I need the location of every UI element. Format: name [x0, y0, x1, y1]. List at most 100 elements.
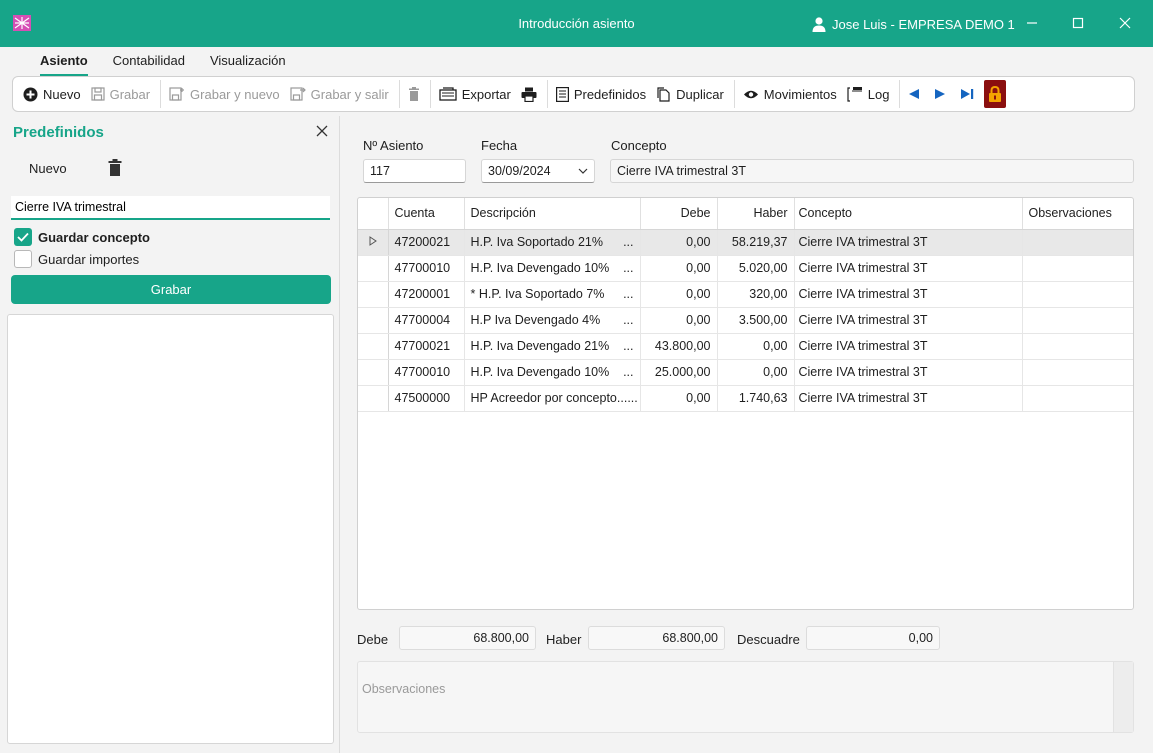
user-indicator[interactable]: Jose Luis - EMPRESA DEMO 1 — [812, 14, 1015, 34]
cell-observaciones[interactable] — [1022, 255, 1133, 282]
cell-debe[interactable]: 43.800,00 — [640, 333, 718, 360]
descripcion-lookup-button[interactable]: ... — [623, 287, 633, 301]
col-header-haber[interactable]: Haber — [717, 198, 795, 230]
cell-cuenta[interactable]: 47500000 — [388, 385, 465, 412]
descripcion-lookup-button[interactable]: ... — [623, 235, 633, 249]
minimize-button[interactable] — [1017, 10, 1047, 36]
grabar-nuevo-button[interactable]: Grabar y nuevo — [169, 87, 280, 102]
cell-debe[interactable]: 0,00 — [640, 281, 718, 308]
close-icon[interactable] — [313, 122, 331, 140]
cell-descripcion[interactable]: H.P. Iva Soportado 21%... — [464, 229, 641, 256]
cell-haber[interactable]: 0,00 — [717, 333, 795, 360]
observaciones-scrollbar[interactable] — [1113, 662, 1133, 732]
predefinidos-button[interactable]: Predefinidos — [555, 87, 646, 102]
cell-observaciones[interactable] — [1022, 281, 1133, 308]
col-header-debe[interactable]: Debe — [640, 198, 718, 230]
tab-contabilidad[interactable]: Contabilidad — [113, 53, 185, 76]
descripcion-lookup-button[interactable]: ... — [623, 365, 633, 379]
cell-debe[interactable]: 0,00 — [640, 385, 718, 412]
cell-descripcion[interactable]: * H.P. Iva Soportado 7%... — [464, 281, 641, 308]
delete-button[interactable] — [408, 87, 420, 101]
descripcion-lookup-button[interactable]: ... — [627, 391, 637, 405]
nuevo-button[interactable]: Nuevo — [23, 87, 81, 102]
cell-descripcion[interactable]: HP Acreedor por concepto...... — [464, 385, 641, 412]
row-indicator[interactable] — [358, 255, 389, 282]
cell-observaciones[interactable] — [1022, 385, 1133, 412]
movimientos-button[interactable]: Movimientos — [743, 87, 837, 102]
cell-concepto[interactable]: Cierre IVA trimestral 3T — [794, 359, 1023, 386]
predefinido-name-input[interactable] — [11, 196, 330, 220]
checkbox-unchecked[interactable] — [14, 250, 32, 268]
cell-concepto[interactable]: Cierre IVA trimestral 3T — [794, 255, 1023, 282]
cell-descripcion[interactable]: H.P Iva Devengado 4%... — [464, 307, 641, 334]
row-indicator[interactable] — [358, 359, 389, 386]
cell-observaciones[interactable] — [1022, 333, 1133, 360]
cell-debe[interactable]: 0,00 — [640, 307, 718, 334]
cell-concepto[interactable]: Cierre IVA trimestral 3T — [794, 307, 1023, 334]
cell-concepto[interactable]: Cierre IVA trimestral 3T — [794, 229, 1023, 256]
print-button[interactable] — [521, 87, 537, 102]
row-indicator[interactable] — [358, 385, 389, 412]
close-button[interactable] — [1110, 10, 1140, 36]
table-row[interactable]: 47700021 H.P. Iva Devengado 21%... 43.800,… — [358, 333, 1133, 360]
table-row[interactable]: 47700004 H.P Iva Devengado 4%... 0,00 3.500… — [358, 307, 1133, 334]
guardar-importes-checkbox[interactable]: Guardar importes — [14, 250, 139, 268]
table-row[interactable]: 47700010 H.P. Iva Devengado 10%... 25.000,… — [358, 359, 1133, 386]
cell-concepto[interactable]: Cierre IVA trimestral 3T — [794, 333, 1023, 360]
cell-descripcion[interactable]: H.P. Iva Devengado 10%... — [464, 255, 641, 282]
checkbox-checked[interactable] — [14, 228, 32, 246]
cell-cuenta[interactable]: 47700004 — [388, 307, 465, 334]
guardar-concepto-checkbox[interactable]: Guardar concepto — [14, 228, 150, 246]
cell-haber[interactable]: 5.020,00 — [717, 255, 795, 282]
cell-cuenta[interactable]: 47200021 — [388, 229, 465, 256]
cell-descripcion[interactable]: H.P. Iva Devengado 10%... — [464, 359, 641, 386]
asiento-field[interactable]: 117 — [363, 159, 466, 183]
cell-concepto[interactable]: Cierre IVA trimestral 3T — [794, 281, 1023, 308]
cell-cuenta[interactable]: 47700010 — [388, 359, 465, 386]
col-header-descripcion[interactable]: Descripción — [464, 198, 641, 230]
tab-asiento[interactable]: Asiento — [40, 53, 88, 76]
next-button[interactable] — [934, 88, 946, 100]
row-indicator[interactable] — [358, 229, 389, 256]
panel-grabar-button[interactable]: Grabar — [11, 275, 331, 304]
fecha-date-picker[interactable]: 30/09/2024 — [481, 159, 595, 183]
lock-button[interactable] — [984, 80, 1007, 108]
row-indicator[interactable] — [358, 333, 389, 360]
predefinidos-list[interactable] — [7, 314, 334, 744]
cell-debe[interactable]: 0,00 — [640, 229, 718, 256]
cell-haber[interactable]: 0,00 — [717, 359, 795, 386]
col-header-concepto[interactable]: Concepto — [794, 198, 1023, 230]
maximize-button[interactable] — [1063, 10, 1093, 36]
cell-debe[interactable]: 25.000,00 — [640, 359, 718, 386]
col-header-observaciones[interactable]: Observaciones — [1022, 198, 1133, 230]
table-row[interactable]: 47200021 H.P. Iva Soportado 21%... 0,00 58.… — [358, 229, 1133, 256]
table-row[interactable]: 47200001 * H.P. Iva Soportado 7%... 0,00 32… — [358, 281, 1133, 308]
observaciones-textarea[interactable]: Observaciones — [357, 661, 1134, 733]
tab-visualizacion[interactable]: Visualización — [210, 53, 286, 76]
table-row[interactable]: 47500000 HP Acreedor por concepto...... 0,… — [358, 385, 1133, 412]
exportar-button[interactable]: Exportar — [439, 87, 511, 102]
previous-button[interactable] — [908, 88, 920, 100]
panel-nuevo-button[interactable]: Nuevo — [29, 161, 67, 176]
descripcion-lookup-button[interactable]: ... — [623, 261, 633, 275]
row-indicator[interactable] — [358, 281, 389, 308]
cell-observaciones[interactable] — [1022, 307, 1133, 334]
cell-cuenta[interactable]: 47700010 — [388, 255, 465, 282]
chevron-down-icon[interactable] — [578, 168, 588, 174]
col-header-cuenta[interactable]: Cuenta — [388, 198, 465, 230]
cell-cuenta[interactable]: 47200001 — [388, 281, 465, 308]
cell-haber[interactable]: 320,00 — [717, 281, 795, 308]
cell-haber[interactable]: 1.740,63 — [717, 385, 795, 412]
grabar-button[interactable]: Grabar — [90, 87, 150, 102]
cell-descripcion[interactable]: H.P. Iva Devengado 21%... — [464, 333, 641, 360]
trash-icon[interactable] — [108, 159, 122, 176]
concepto-field[interactable]: Cierre IVA trimestral 3T — [610, 159, 1134, 183]
cell-cuenta[interactable]: 47700021 — [388, 333, 465, 360]
cell-haber[interactable]: 3.500,00 — [717, 307, 795, 334]
descripcion-lookup-button[interactable]: ... — [623, 339, 633, 353]
cell-concepto[interactable]: Cierre IVA trimestral 3T — [794, 385, 1023, 412]
table-row[interactable]: 47700010 H.P. Iva Devengado 10%... 0,00 5.0… — [358, 255, 1133, 282]
duplicar-button[interactable]: Duplicar — [656, 87, 724, 102]
log-button[interactable]: Log — [847, 86, 889, 102]
last-button[interactable] — [960, 88, 974, 100]
